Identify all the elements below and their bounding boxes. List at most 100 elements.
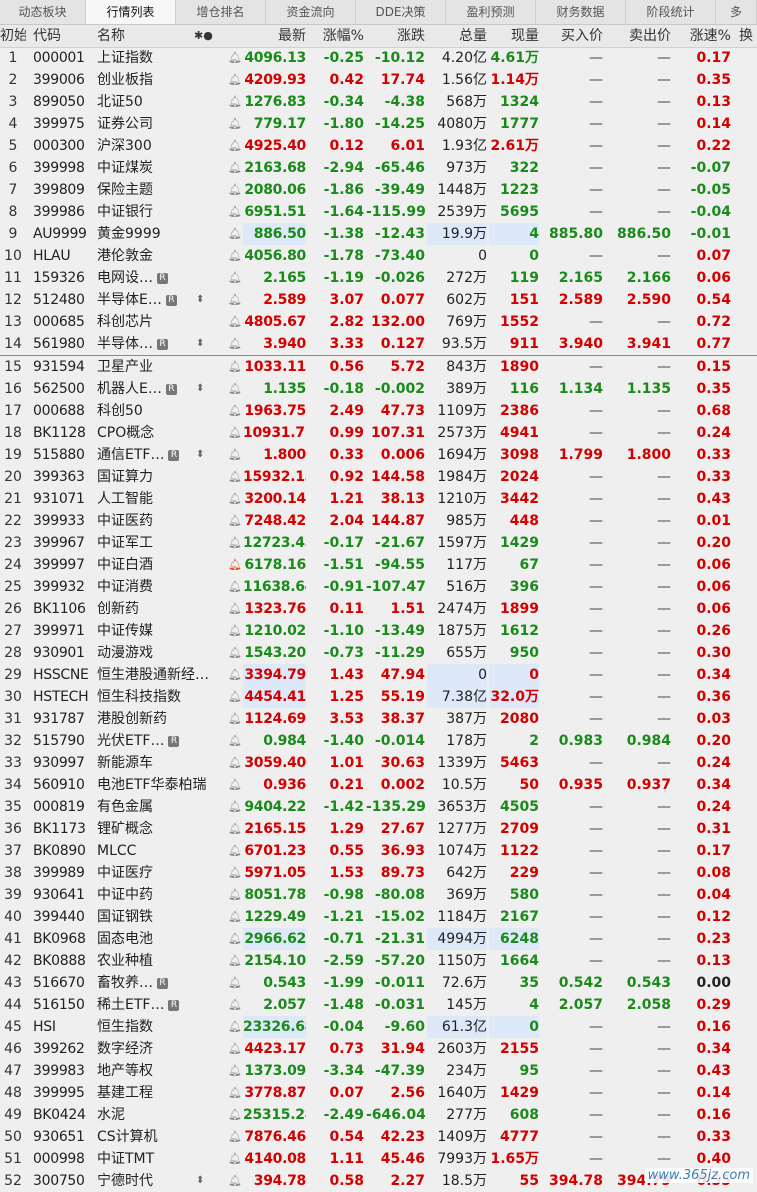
alert-bell-icon[interactable]: 🔔︎: [228, 554, 242, 576]
security-name[interactable]: 中证医疗: [97, 862, 227, 884]
table-row[interactable]: 20 399363国证算力 🔔︎15932.13 0.92 144.58 1984万 202…: [0, 466, 757, 488]
table-row[interactable]: 48 399995 基建工程 🔔︎ 3778.87 0.07 2.56 1640万 1429 — —…: [0, 1082, 757, 1104]
security-name[interactable]: 中证消费: [97, 576, 227, 598]
table-row[interactable]: 4 399975 证券公司 🔔︎ 779.17 -1.80 -14.25 4080万 1777 —…: [0, 113, 757, 135]
security-name[interactable]: 中证中药: [97, 884, 227, 906]
security-code[interactable]: 516150: [33, 994, 95, 1016]
table-row[interactable]: 47 399983 地产等权 🔔︎ 1373.09 -3.34 -47.39 234万 95 — —…: [0, 1060, 757, 1082]
security-code[interactable]: 399006: [33, 69, 95, 91]
table-row[interactable]: 29 HSSCNE 恒生港股通新经… 🔔︎ 3394.79 1.43 47.94 0 0— —0.…: [0, 664, 757, 686]
security-code[interactable]: BK1173: [33, 818, 95, 840]
security-name[interactable]: 中证煤炭: [97, 157, 227, 179]
security-code[interactable]: 399809: [33, 179, 95, 201]
alert-bell-icon[interactable]: 🔔︎: [228, 774, 242, 796]
security-code[interactable]: 399363: [33, 466, 95, 488]
table-row[interactable]: 25 399932中证消费 🔔︎11638.64 -0.91-107.47 516万 39…: [0, 576, 757, 598]
col-header-vol[interactable]: 总量: [427, 25, 487, 47]
alert-bell-icon[interactable]: 🔔︎: [228, 994, 242, 1016]
security-name[interactable]: 动漫游戏: [97, 642, 227, 664]
security-name[interactable]: 通信ETF… R: [97, 444, 227, 466]
table-row[interactable]: 14 561980 半导体… R ⬍ 🔔︎ 3.940 3.33 0.127 93.5万 911 3.…: [0, 333, 757, 356]
table-row[interactable]: 42 BK0888 农业种植 🔔︎ 2154.10 -2.59 -57.20 1150万 166…: [0, 950, 757, 972]
alert-bell-icon[interactable]: 🔔︎: [228, 1082, 242, 1104]
alert-bell-icon[interactable]: 🔔︎: [228, 488, 242, 510]
security-name[interactable]: 恒生港股通新经…: [97, 664, 227, 686]
security-code[interactable]: 399262: [33, 1038, 95, 1060]
table-row[interactable]: 44 516150 稀土ETF… R 🔔︎ 2.057 -1.48 -0.031 145万 4 2.…: [0, 994, 757, 1016]
security-name[interactable]: 中证银行: [97, 201, 227, 223]
security-name[interactable]: 宁德时代: [97, 1170, 227, 1192]
security-name[interactable]: 新能源车: [97, 752, 227, 774]
security-code[interactable]: 000998: [33, 1148, 95, 1170]
security-name[interactable]: 中证医药: [97, 510, 227, 532]
security-code[interactable]: 399989: [33, 862, 95, 884]
table-row[interactable]: 35 000819 有色金属 🔔︎ 9404.22 -1.42 -135.29 3653万 45…: [0, 796, 757, 818]
alert-bell-icon[interactable]: 🔔︎: [228, 532, 242, 554]
alert-bell-icon[interactable]: 🔔︎: [228, 113, 242, 135]
table-row[interactable]: 5 000300 沪深300 🔔︎ 4925.40 0.12 6.01 1.93亿 2.61万 —…: [0, 135, 757, 157]
security-code[interactable]: HSSCNE: [33, 664, 95, 686]
security-name[interactable]: 国证算力: [97, 466, 227, 488]
security-name[interactable]: 基建工程: [97, 1082, 227, 1104]
alert-bell-icon[interactable]: 🔔︎: [228, 928, 242, 950]
security-code[interactable]: 516670: [33, 972, 95, 994]
table-row[interactable]: 8 399986 中证银行 🔔︎ 6951.51 -1.64 -115.99 2539万 569…: [0, 201, 757, 223]
security-name[interactable]: 创新药: [97, 598, 227, 620]
alert-bell-icon[interactable]: 🔔︎: [228, 950, 242, 972]
alert-bell-icon[interactable]: 🔔︎: [228, 642, 242, 664]
alert-bell-icon[interactable]: 🔔︎: [228, 708, 242, 730]
table-row[interactable]: 18 BK1128CPO概念 🔔︎10931.71 0.99 107.31 2573万 49…: [0, 422, 757, 444]
security-code[interactable]: 561980: [33, 333, 95, 355]
security-code[interactable]: HSTECH: [33, 686, 95, 708]
alert-bell-icon[interactable]: 🔔︎: [228, 1126, 242, 1148]
security-code[interactable]: 399995: [33, 1082, 95, 1104]
security-name[interactable]: 稀土ETF… R: [97, 994, 227, 1016]
security-code[interactable]: 000819: [33, 796, 95, 818]
table-row[interactable]: 19 515880 通信ETF… R ⬍ 🔔︎ 1.800 0.33 0.006 1694万 309…: [0, 444, 757, 466]
security-name[interactable]: 国证钢铁: [97, 906, 227, 928]
col-header-turnover[interactable]: 换: [739, 25, 757, 47]
security-code[interactable]: 399967: [33, 532, 95, 554]
table-row[interactable]: 26 BK1106 创新药 🔔︎ 1323.76 0.11 1.51 2474万 1899 — — 0…: [0, 598, 757, 620]
security-name[interactable]: 中证白酒: [97, 554, 227, 576]
alert-bell-icon[interactable]: 🔔︎: [228, 289, 242, 311]
alert-bell-icon[interactable]: 🔔︎: [228, 245, 242, 267]
alert-bell-icon[interactable]: 🔔︎: [228, 620, 242, 642]
tab-6[interactable]: 财务数据: [536, 0, 626, 24]
table-row[interactable]: 10 HLAU 港伦敦金 🔔︎ 4056.80 -1.78 -73.40 0 0 — — 0.07: [0, 245, 757, 267]
alert-bell-icon[interactable]: 🔔︎: [228, 1038, 242, 1060]
alert-bell-icon[interactable]: 🔔︎: [228, 267, 242, 289]
security-name[interactable]: 创业板指: [97, 69, 227, 91]
security-name[interactable]: CPO概念: [97, 422, 227, 444]
alert-bell-icon[interactable]: 🔔︎: [228, 818, 242, 840]
table-row[interactable]: 39 930641 中证中药 🔔︎ 8051.78 -0.98 -80.08 369万 580 —…: [0, 884, 757, 906]
security-code[interactable]: 000001: [33, 47, 95, 69]
table-row[interactable]: 36 BK1173 锂矿概念 🔔︎ 2165.15 1.29 27.67 1277万 2709 —…: [0, 818, 757, 840]
alert-bell-icon[interactable]: 🔔︎: [228, 1148, 242, 1170]
table-row[interactable]: 31 931787 港股创新药 🔔︎ 1124.69 3.53 38.37 387万 2080 —…: [0, 708, 757, 730]
alert-bell-icon[interactable]: 🔔︎: [228, 510, 242, 532]
table-row[interactable]: 15 931594 卫星产业 🔔︎ 1033.11 0.56 5.72 843万 1890 — — 0…: [0, 356, 757, 378]
tab-1[interactable]: 行情列表: [86, 0, 176, 24]
col-header-ask[interactable]: 卖出价: [607, 25, 671, 47]
alert-bell-icon[interactable]: 🔔︎: [228, 730, 242, 752]
alert-bell-icon[interactable]: 🔔︎: [228, 1104, 242, 1126]
security-code[interactable]: 159326: [33, 267, 95, 289]
alert-bell-icon[interactable]: 🔔︎: [228, 686, 242, 708]
alert-bell-icon[interactable]: 🔔︎: [228, 223, 242, 245]
tab-3[interactable]: 资金流向: [266, 0, 356, 24]
security-code[interactable]: 399998: [33, 157, 95, 179]
alert-bell-icon[interactable]: 🔔︎: [228, 91, 242, 113]
security-code[interactable]: 399440: [33, 906, 95, 928]
security-name[interactable]: 有色金属: [97, 796, 227, 818]
alert-bell-icon[interactable]: 🔔︎: [228, 378, 242, 400]
security-name[interactable]: 光伏ETF… R: [97, 730, 227, 752]
security-name[interactable]: 畜牧养… R: [97, 972, 227, 994]
security-code[interactable]: BK0888: [33, 950, 95, 972]
security-code[interactable]: HLAU: [33, 245, 95, 267]
table-row[interactable]: 11 159326 电网设… R 🔔︎ 2.165 -1.19 -0.026 272万 119 2.…: [0, 267, 757, 289]
security-name[interactable]: CS计算机: [97, 1126, 227, 1148]
security-name[interactable]: 半导体E… R: [97, 289, 227, 311]
col-header-speed[interactable]: 涨速%: [673, 25, 731, 47]
security-code[interactable]: 000688: [33, 400, 95, 422]
